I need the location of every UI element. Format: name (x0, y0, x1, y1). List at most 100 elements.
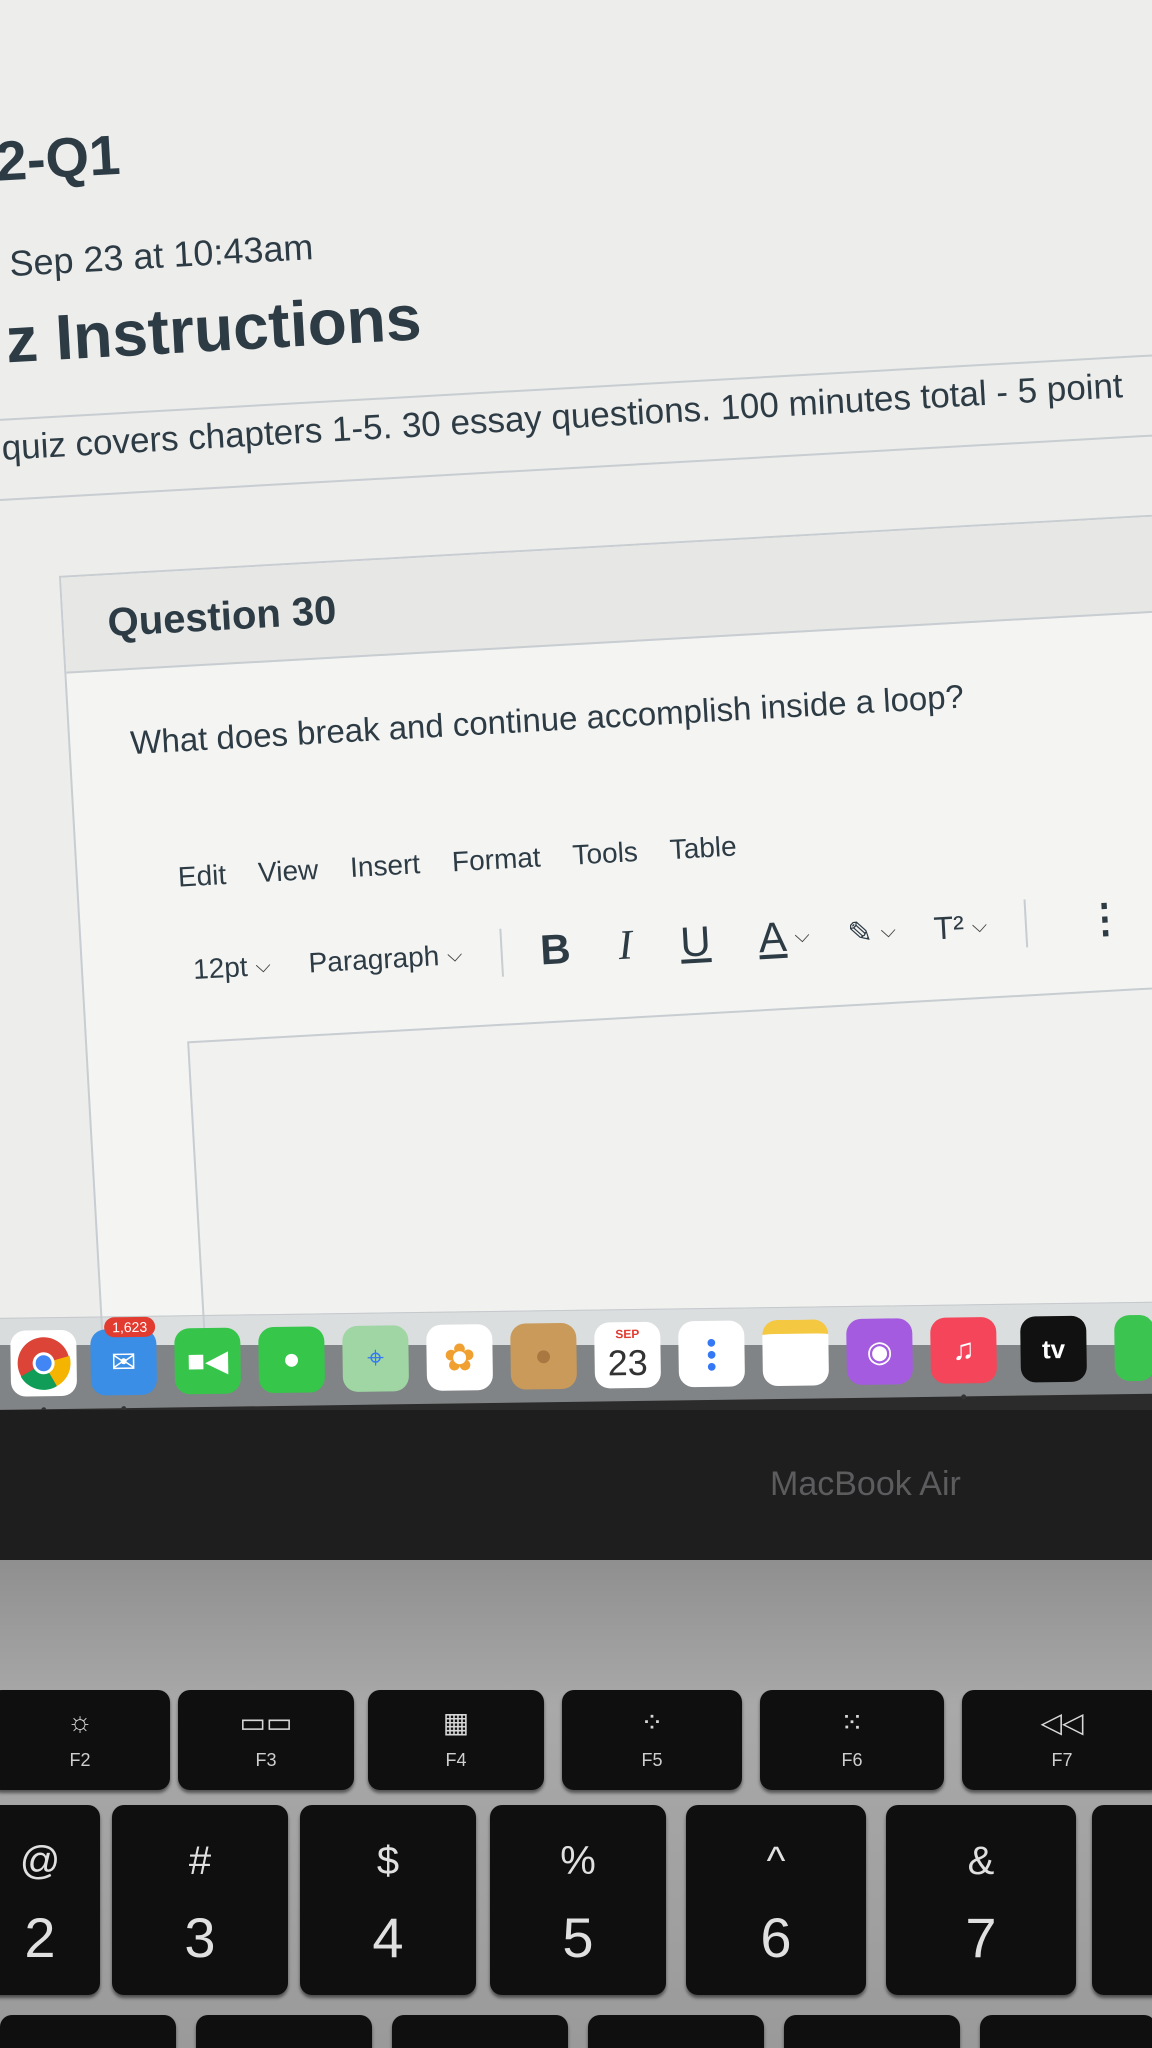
keyboard-deck: ☼ F2 ▭▭ F3 ▦ F4 ⁘ F5 ⁙ F6 ◁◁ F7 @ 2 # 3 … (0, 1560, 1152, 2048)
bold-button[interactable]: B (539, 925, 572, 975)
block-format-value: Paragraph (307, 940, 441, 979)
font-size-select[interactable]: 12pt ⌵ (192, 950, 271, 986)
highlight-color-button[interactable]: ✎ ⌵ (847, 913, 897, 951)
podcasts-icon[interactable]: ◉ (846, 1318, 914, 1386)
editor-menubar: Edit View Insert Format Tools Table (177, 830, 737, 893)
brand-label: MacBook Air (770, 1465, 961, 1503)
key-2[interactable]: @ 2 (0, 1805, 100, 1995)
chevron-down-icon: ⌵ (446, 943, 463, 967)
chrome-icon[interactable] (10, 1329, 78, 1413)
chevron-down-icon: ⌵ (793, 924, 811, 947)
toolbar-separator (498, 928, 504, 977)
key-4-main: 4 (372, 1906, 404, 1969)
underline-button[interactable]: U (679, 917, 712, 967)
mail-badge: 1,623 (104, 1316, 156, 1338)
contacts-icon[interactable]: ● (510, 1322, 578, 1390)
notes-icon[interactable] (762, 1319, 830, 1387)
video-camera-icon: ■◀ (186, 1344, 229, 1378)
menu-tools[interactable]: Tools (572, 836, 639, 872)
superscript-icon: T² (932, 908, 965, 947)
running-indicator (961, 1394, 967, 1400)
dock: ✉ 1,623 ■◀ ● ⌖ ✿ ● SEP 23 ● ● ● ◉ ♫ tv (0, 1301, 1152, 1413)
question-title: Question 30 (106, 588, 338, 646)
key-row-partial[interactable] (784, 2015, 960, 2048)
menu-insert[interactable]: Insert (349, 848, 421, 884)
menu-format[interactable]: Format (451, 841, 541, 878)
question-card: Question 30 What does break and continue… (58, 509, 1152, 1345)
key-f5-label: F5 (641, 1750, 663, 1770)
key-f6-label: F6 (841, 1750, 863, 1770)
chevron-down-icon: ⌵ (880, 919, 897, 943)
map-pin-icon: ⌖ (366, 1341, 385, 1375)
list-dots-icon: ● ● ● (705, 1331, 718, 1377)
apple-tv-icon[interactable]: tv (1020, 1315, 1087, 1383)
calendar-icon[interactable]: SEP 23 (594, 1321, 662, 1389)
chevron-down-icon: ⌵ (254, 954, 272, 977)
messages-icon[interactable]: ● (258, 1326, 326, 1394)
key-7[interactable]: & 7 (886, 1805, 1076, 1995)
key-f7[interactable]: ◁◁ F7 (962, 1690, 1152, 1790)
facetime-icon[interactable]: ■◀ (174, 1327, 242, 1395)
key-f4[interactable]: ▦ F4 (368, 1690, 544, 1790)
key-6[interactable]: ^ 6 (686, 1805, 866, 1995)
laptop-screen: 2-Q1 Sep 23 at 10:43am z Instructions qu… (0, 0, 1152, 1345)
key-3-shift: # (188, 1839, 212, 1883)
key-row-partial[interactable] (588, 2015, 764, 2048)
key-2-shift: @ (19, 1839, 61, 1883)
superscript-button[interactable]: T² ⌵ (933, 907, 988, 947)
key-f2-label: F2 (69, 1750, 91, 1770)
key-f3-label: F3 (255, 1750, 277, 1770)
menu-view[interactable]: View (257, 854, 319, 889)
quiz-date: Sep 23 at 10:43am (8, 226, 315, 285)
answer-editor[interactable] (187, 981, 1152, 1345)
quiz-page: 2-Q1 Sep 23 at 10:43am z Instructions qu… (0, 0, 1152, 1345)
key-6-main: 6 (760, 1906, 792, 1969)
menu-edit[interactable]: Edit (177, 859, 227, 894)
keyboard-backlight-down-icon: ⁘ (640, 1707, 664, 1738)
key-5-main: 5 (562, 1906, 594, 1969)
menu-table[interactable]: Table (669, 830, 738, 866)
music-note-icon: ♫ (952, 1333, 976, 1367)
key-row-partial[interactable] (980, 2015, 1152, 2048)
rewind-icon: ◁◁ (1040, 1707, 1084, 1738)
flower-icon: ✿ (443, 1336, 476, 1380)
question-text: What does break and continue accomplish … (129, 677, 965, 762)
italic-button[interactable]: I (617, 921, 634, 970)
photos-icon[interactable]: ✿ (426, 1323, 494, 1391)
question-header: Question 30 (61, 512, 1152, 674)
launchpad-icon: ▦ (442, 1707, 470, 1738)
keyboard-backlight-up-icon: ⁙ (840, 1707, 864, 1738)
key-6-shift: ^ (766, 1839, 786, 1883)
key-8-partial[interactable] (1092, 1805, 1152, 1995)
block-format-select[interactable]: Paragraph ⌵ (308, 939, 463, 980)
quiz-instructions-heading: z Instructions (3, 281, 424, 377)
key-f2[interactable]: ☼ F2 (0, 1690, 170, 1790)
key-5[interactable]: % 5 (490, 1805, 666, 1995)
reminders-icon[interactable]: ● ● ● (678, 1320, 746, 1388)
key-f6[interactable]: ⁙ F6 (760, 1690, 944, 1790)
key-row-partial[interactable] (392, 2015, 568, 2048)
envelope-icon: ✉ (110, 1345, 137, 1379)
mail-icon[interactable]: ✉ 1,623 (90, 1316, 158, 1412)
key-row-partial[interactable] (0, 2015, 176, 2048)
key-3-main: 3 (184, 1906, 216, 1969)
maps-icon[interactable]: ⌖ (342, 1325, 410, 1393)
chevron-down-icon: ⌵ (971, 914, 988, 937)
tv-label: tv (1041, 1333, 1066, 1364)
music-icon[interactable]: ♫ (930, 1316, 998, 1400)
key-4[interactable]: $ 4 (300, 1805, 476, 1995)
key-f3[interactable]: ▭▭ F3 (178, 1690, 354, 1790)
quiz-code: 2-Q1 (0, 122, 122, 193)
key-row-partial[interactable] (196, 2015, 372, 2048)
font-size-value: 12pt (192, 950, 249, 985)
key-7-shift: & (967, 1839, 995, 1883)
key-3[interactable]: # 3 (112, 1805, 288, 1995)
partial-app-icon[interactable] (1114, 1314, 1152, 1382)
editor-toolbar: 12pt ⌵ Paragraph ⌵ B I U A ⌵ ✎ ⌵ T² ⌵ ⋮ (192, 894, 1126, 994)
text-color-button[interactable]: A ⌵ (757, 912, 811, 963)
more-options-icon[interactable]: ⋮ (1084, 895, 1127, 943)
broadcast-icon: ◉ (866, 1334, 893, 1369)
key-f5[interactable]: ⁘ F5 (562, 1690, 742, 1790)
brightness-up-icon: ☼ (67, 1706, 93, 1737)
key-f4-label: F4 (445, 1750, 467, 1770)
